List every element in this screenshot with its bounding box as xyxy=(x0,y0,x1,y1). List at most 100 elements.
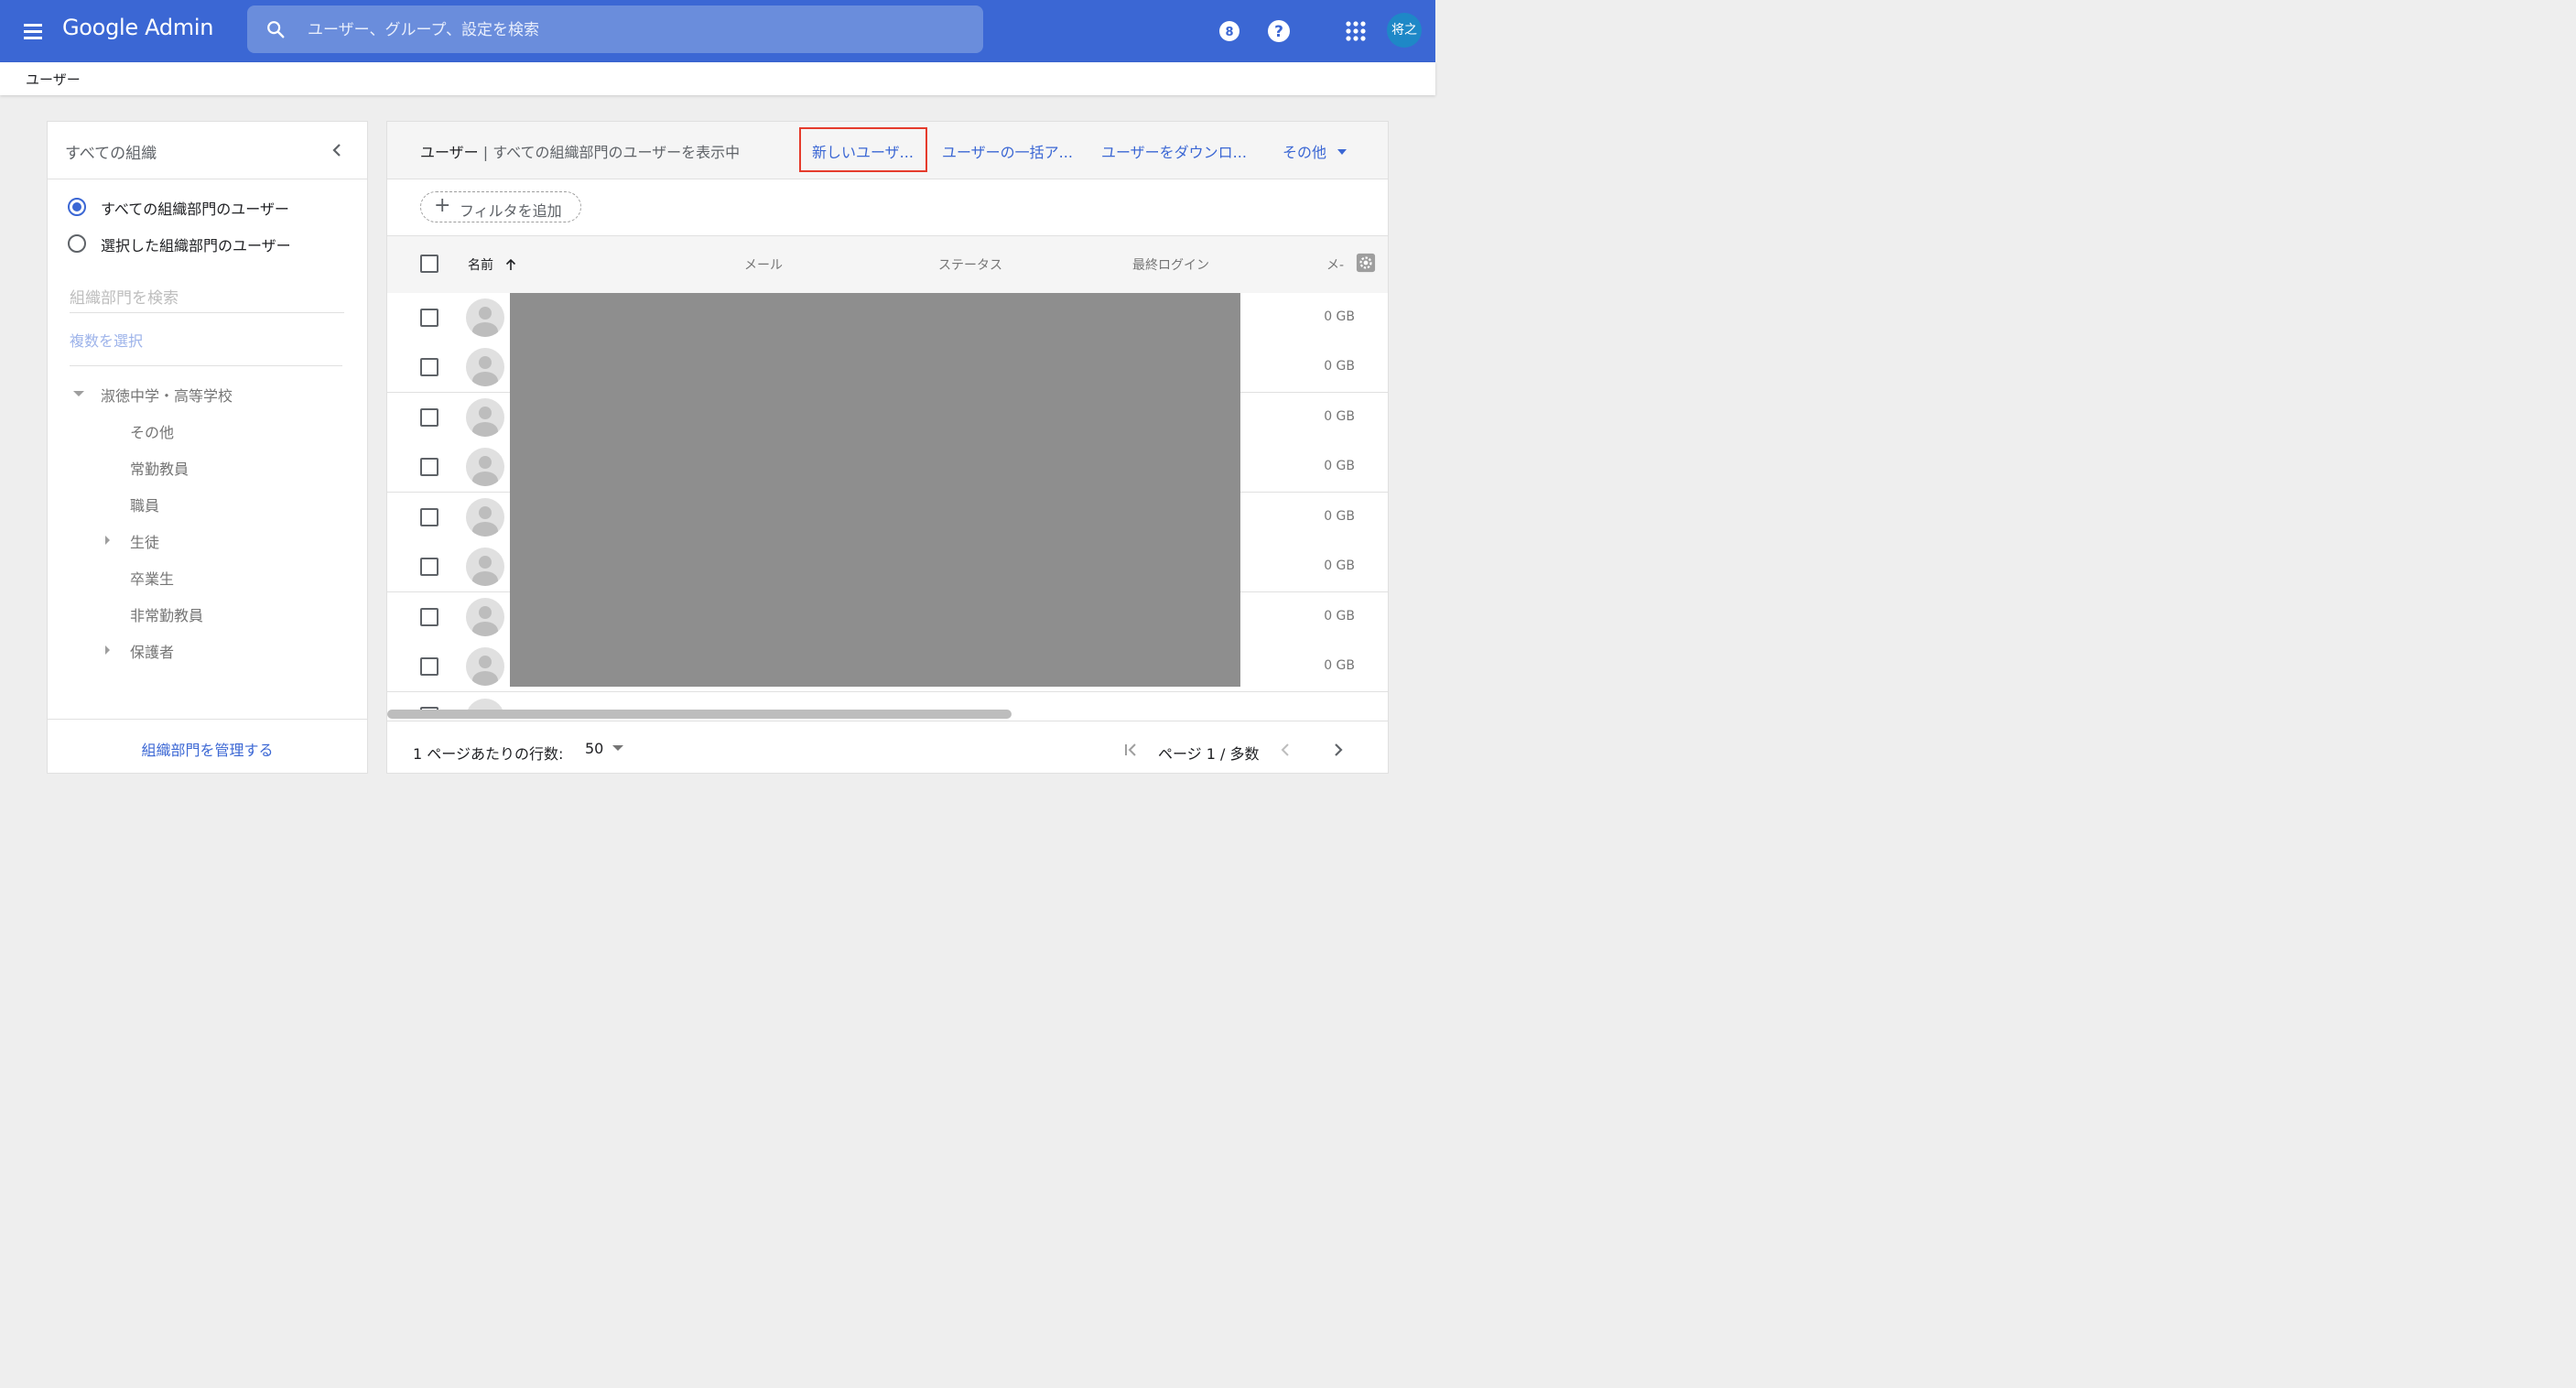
tree-item[interactable]: 保護者 xyxy=(130,640,174,662)
org-search-input[interactable] xyxy=(70,285,344,313)
storage-value: 0 GB xyxy=(1324,558,1355,573)
redacted-area xyxy=(510,293,1240,687)
row-checkbox[interactable] xyxy=(420,358,438,376)
row-checkbox[interactable] xyxy=(420,558,438,576)
menu-icon-line xyxy=(24,37,42,39)
storage-value: 0 GB xyxy=(1324,658,1355,673)
svg-text:?: ? xyxy=(1274,23,1283,41)
select-all-checkbox[interactable] xyxy=(420,255,438,273)
expand-down-icon[interactable] xyxy=(73,391,84,396)
row-checkbox[interactable] xyxy=(420,657,438,676)
more-menu-button[interactable]: その他 xyxy=(1283,140,1348,162)
tree-item[interactable]: 職員 xyxy=(130,493,159,515)
row-checkbox[interactable] xyxy=(420,408,438,427)
menu-icon-line xyxy=(24,24,42,27)
column-header-status[interactable]: ステータス xyxy=(938,255,1002,274)
org-panel-footer: 組織部門を管理する xyxy=(48,719,367,775)
divider xyxy=(70,365,342,366)
org-unit-panel: すべての組織 すべての組織部門のユーザー 選択した組織部門のユーザー 複数を選択… xyxy=(47,121,368,774)
storage-value: 0 GB xyxy=(1324,359,1355,374)
rows-per-page-value: 50 xyxy=(585,740,604,757)
rows-per-page-select[interactable]: 50 xyxy=(585,740,624,757)
radio-label: 選択した組織部門のユーザー xyxy=(101,237,291,255)
pagination-bar: 1 ページあたりの行数: 50 ページ 1 / 多数 xyxy=(387,721,1388,775)
account-avatar[interactable]: 将之 xyxy=(1387,13,1422,48)
tree-item[interactable]: 常勤教員 xyxy=(130,457,189,479)
avatar-placeholder-icon xyxy=(466,498,504,537)
timer-badge-text: 8 xyxy=(1225,26,1233,39)
next-page-icon[interactable] xyxy=(1328,740,1348,760)
help-icon[interactable]: ? xyxy=(1265,17,1293,45)
avatar-placeholder-icon xyxy=(466,398,504,437)
row-checkbox[interactable] xyxy=(420,309,438,327)
column-name-label: 名前 xyxy=(468,258,493,273)
avatar-placeholder-icon xyxy=(466,348,504,386)
org-panel-header: すべての組織 xyxy=(48,122,367,179)
expand-right-icon[interactable] xyxy=(105,645,110,655)
add-filter-button[interactable]: + フィルタを追加 xyxy=(420,191,581,222)
prev-page-icon[interactable] xyxy=(1275,740,1295,760)
google-admin-logo[interactable]: Google Admin xyxy=(62,15,213,40)
column-header-storage[interactable]: メ- xyxy=(1326,255,1344,274)
tree-item-root[interactable]: 淑徳中学・高等学校 xyxy=(101,384,233,406)
top-app-bar: Google Admin 8 ? 将之 xyxy=(0,0,1435,62)
title-text: ユーザー xyxy=(420,144,479,161)
users-panel: ユーザー | すべての組織部門のユーザーを表示中 新しいユーザ... ユーザーの… xyxy=(386,121,1389,774)
horizontal-scrollbar[interactable] xyxy=(387,708,1388,721)
breadcrumb: ユーザー xyxy=(26,71,81,88)
chevron-left-icon[interactable] xyxy=(328,140,348,160)
org-panel-title: すべての組織 xyxy=(65,145,157,163)
dropdown-arrow-icon xyxy=(612,745,624,751)
tree-item[interactable]: 卒業生 xyxy=(130,567,174,589)
expand-right-icon[interactable] xyxy=(105,536,110,545)
avatar-placeholder-icon xyxy=(466,298,504,337)
storage-value: 0 GB xyxy=(1324,609,1355,624)
hourglass-icon[interactable]: 8 xyxy=(1216,17,1243,45)
menu-icon-line xyxy=(24,30,42,33)
avatar-placeholder-icon xyxy=(466,647,504,686)
apps-grid-icon[interactable] xyxy=(1342,17,1369,45)
row-checkbox[interactable] xyxy=(420,508,438,526)
storage-value: 0 GB xyxy=(1324,409,1355,424)
column-header-last-login[interactable]: 最終ログイン xyxy=(1132,255,1209,274)
title-subtitle: すべての組織部門のユーザーを表示中 xyxy=(492,144,741,161)
column-header-name[interactable]: 名前 xyxy=(468,255,517,274)
page-indicator: ページ 1 / 多数 xyxy=(1158,745,1260,763)
row-checkbox[interactable] xyxy=(420,608,438,626)
table-header: 名前 メール ステータス 最終ログイン メ- xyxy=(387,235,1388,295)
title-separator: | xyxy=(478,144,493,161)
bulk-update-users-button[interactable]: ユーザーの一括ア... xyxy=(942,140,1073,162)
manage-org-units-link[interactable]: 組織部門を管理する xyxy=(48,738,367,760)
radio-button-selected[interactable] xyxy=(68,198,86,216)
plus-icon: + xyxy=(434,194,451,217)
search-icon xyxy=(267,21,285,38)
row-checkbox[interactable] xyxy=(420,458,438,476)
more-label: その他 xyxy=(1283,144,1327,161)
radio-label: すべての組織部門のユーザー xyxy=(101,201,289,218)
tree-item[interactable]: 生徒 xyxy=(130,530,159,552)
storage-value: 0 GB xyxy=(1324,509,1355,524)
caret-down-icon xyxy=(1337,149,1348,155)
search-bar[interactable] xyxy=(247,5,983,55)
search-input[interactable] xyxy=(306,5,969,55)
avatar-placeholder-icon xyxy=(466,448,504,486)
radio-button[interactable] xyxy=(68,234,86,253)
main-menu-button[interactable] xyxy=(20,18,46,44)
first-page-icon[interactable] xyxy=(1121,740,1142,760)
download-users-button[interactable]: ユーザーをダウンロ... xyxy=(1101,140,1247,162)
storage-value: 0 GB xyxy=(1324,459,1355,473)
add-filter-label: フィルタを追加 xyxy=(460,202,562,220)
column-header-email[interactable]: メール xyxy=(744,255,783,274)
page-title: ユーザー | すべての組織部門のユーザーを表示中 xyxy=(420,140,740,162)
avatar-placeholder-icon xyxy=(466,598,504,636)
avatar-placeholder-icon xyxy=(466,548,504,586)
storage-value: 0 GB xyxy=(1324,309,1355,324)
multi-select-link[interactable]: 複数を選択 xyxy=(70,329,143,351)
scrollbar-thumb[interactable] xyxy=(387,710,1012,719)
users-panel-header: ユーザー | すべての組織部門のユーザーを表示中 新しいユーザ... ユーザーの… xyxy=(387,122,1388,179)
tree-item[interactable]: 非常勤教員 xyxy=(130,603,203,625)
tree-item[interactable]: その他 xyxy=(130,420,174,442)
sort-ascending-icon xyxy=(506,258,516,270)
add-new-user-button[interactable]: 新しいユーザ... xyxy=(812,140,914,162)
gear-icon[interactable] xyxy=(1356,253,1376,273)
